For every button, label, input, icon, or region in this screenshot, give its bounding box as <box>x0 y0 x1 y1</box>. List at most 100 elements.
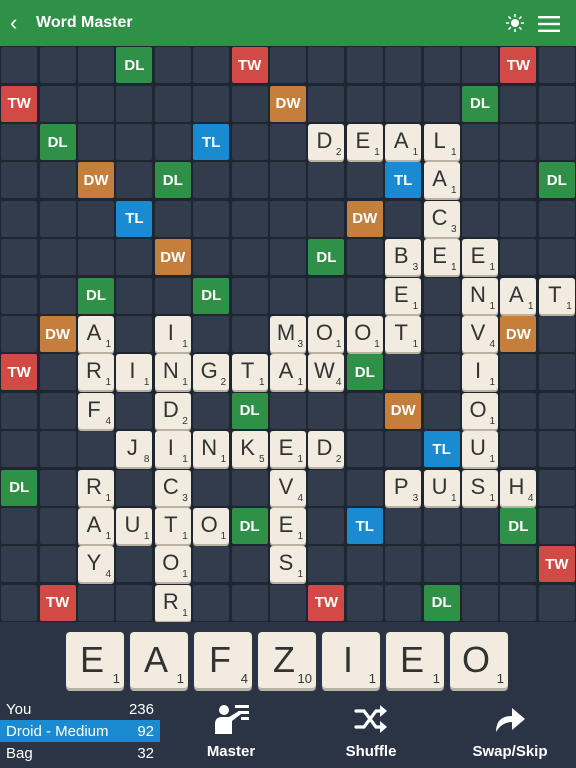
board-cell[interactable] <box>39 239 76 276</box>
board-cell[interactable] <box>538 354 575 391</box>
board-cell[interactable] <box>154 124 191 160</box>
sun-icon[interactable] <box>506 14 524 32</box>
board-cell[interactable] <box>346 584 383 621</box>
board-cell[interactable] <box>39 47 76 84</box>
board-cell[interactable] <box>231 162 268 199</box>
premium-square-tw[interactable]: TW <box>1 85 38 122</box>
premium-square-tw[interactable]: TW <box>231 47 268 84</box>
board-cell[interactable] <box>346 431 383 468</box>
board-cell[interactable] <box>116 316 153 352</box>
board-cell[interactable] <box>193 316 230 352</box>
board-cell[interactable] <box>500 239 537 276</box>
board-cell[interactable] <box>116 277 153 314</box>
board-cell[interactable] <box>116 162 153 199</box>
swap-skip-button[interactable]: Swap/Skip <box>464 700 556 766</box>
board-cell[interactable] <box>39 392 76 429</box>
game-board[interactable]: DL TW TW TW DW DL DL TL DW DL TL DL TL DW DW DL DL DL DW DW… <box>0 46 576 622</box>
board-cell[interactable] <box>1 200 38 237</box>
premium-square-tl[interactable]: TL <box>116 200 153 237</box>
premium-square-tw[interactable]: TW <box>308 584 345 621</box>
premium-square-tw[interactable]: TW <box>538 546 575 583</box>
board-cell[interactable] <box>385 354 422 391</box>
board-cell[interactable] <box>270 277 306 314</box>
board-cell[interactable] <box>308 277 345 314</box>
board-cell[interactable] <box>385 546 422 583</box>
tile-rack[interactable]: E 1 A 1 F 4 Z 10 I 1 E 1 O 1 <box>0 622 576 702</box>
board-cell[interactable] <box>270 584 306 621</box>
board-cell[interactable] <box>270 200 306 237</box>
board-cell[interactable] <box>500 392 537 429</box>
board-cell[interactable] <box>538 584 575 621</box>
board-cell[interactable] <box>1 508 38 544</box>
board-cell[interactable] <box>346 47 383 84</box>
board-cell[interactable] <box>462 546 498 583</box>
board-cell[interactable] <box>423 508 460 544</box>
board-cell[interactable] <box>1 392 38 429</box>
premium-square-dw[interactable]: DW <box>154 239 191 276</box>
board-cell[interactable] <box>231 469 268 506</box>
board-cell[interactable] <box>423 277 460 314</box>
board-cell[interactable] <box>193 469 230 506</box>
board-cell[interactable] <box>500 162 537 199</box>
board-cell[interactable] <box>385 584 422 621</box>
board-cell[interactable] <box>154 85 191 122</box>
board-cell[interactable] <box>78 584 114 621</box>
board-cell[interactable] <box>538 47 575 84</box>
board-cell[interactable] <box>308 392 345 429</box>
board-cell[interactable] <box>462 124 498 160</box>
rack-tile[interactable]: E1 <box>386 632 444 688</box>
rack-tile[interactable]: I1 <box>322 632 380 688</box>
board-cell[interactable] <box>500 124 537 160</box>
premium-square-dl[interactable]: DL <box>116 47 153 84</box>
board-cell[interactable] <box>385 200 422 237</box>
board-cell[interactable] <box>193 85 230 122</box>
board-cell[interactable] <box>231 239 268 276</box>
board-cell[interactable] <box>308 469 345 506</box>
board-cell[interactable] <box>39 469 76 506</box>
board-cell[interactable] <box>78 431 114 468</box>
board-cell[interactable] <box>116 85 153 122</box>
board-cell[interactable] <box>462 162 498 199</box>
board-cell[interactable] <box>1 431 38 468</box>
board-cell[interactable] <box>500 85 537 122</box>
premium-square-dl[interactable]: DL <box>154 162 191 199</box>
premium-square-dl[interactable]: DL <box>231 392 268 429</box>
board-cell[interactable] <box>500 546 537 583</box>
board-cell[interactable] <box>423 85 460 122</box>
board-cell[interactable] <box>116 239 153 276</box>
board-cell[interactable] <box>193 200 230 237</box>
board-cell[interactable] <box>1 239 38 276</box>
premium-square-dl[interactable]: DL <box>193 277 230 314</box>
board-cell[interactable] <box>423 354 460 391</box>
rack-tile[interactable]: F4 <box>194 632 252 688</box>
board-cell[interactable] <box>154 277 191 314</box>
premium-square-dw[interactable]: DW <box>346 200 383 237</box>
premium-square-dl[interactable]: DL <box>346 354 383 391</box>
menu-icon[interactable] <box>538 15 560 33</box>
board-cell[interactable] <box>116 124 153 160</box>
board-cell[interactable] <box>1 47 38 84</box>
board-cell[interactable] <box>193 47 230 84</box>
board-cell[interactable] <box>346 469 383 506</box>
board-cell[interactable] <box>462 584 498 621</box>
board-cell[interactable] <box>346 546 383 583</box>
premium-square-tw[interactable]: TW <box>1 354 38 391</box>
board-cell[interactable] <box>39 200 76 237</box>
board-cell[interactable] <box>270 239 306 276</box>
board-cell[interactable] <box>500 354 537 391</box>
board-cell[interactable] <box>116 584 153 621</box>
board-cell[interactable] <box>500 584 537 621</box>
premium-square-dw[interactable]: DW <box>39 316 76 352</box>
premium-square-tl[interactable]: TL <box>423 431 460 468</box>
board-cell[interactable] <box>1 124 38 160</box>
premium-square-tl[interactable]: TL <box>346 508 383 544</box>
board-cell[interactable] <box>1 162 38 199</box>
board-cell[interactable] <box>231 316 268 352</box>
board-cell[interactable] <box>538 392 575 429</box>
board-cell[interactable] <box>231 584 268 621</box>
board-cell[interactable] <box>462 47 498 84</box>
back-icon[interactable]: ‹ <box>10 10 17 36</box>
premium-square-dw[interactable]: DW <box>385 392 422 429</box>
board-cell[interactable] <box>346 162 383 199</box>
premium-square-tw[interactable]: TW <box>500 47 537 84</box>
